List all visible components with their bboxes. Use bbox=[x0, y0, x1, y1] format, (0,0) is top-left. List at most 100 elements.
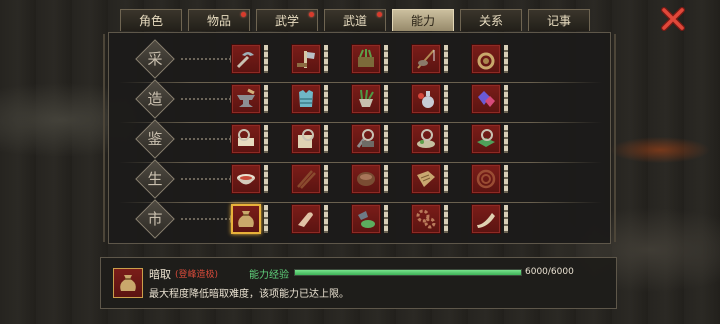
exp-progress-bar bbox=[294, 269, 522, 276]
ability-level-bar bbox=[324, 45, 328, 73]
ability-slot[interactable] bbox=[231, 124, 261, 154]
ability-level-bar bbox=[384, 205, 388, 233]
ability-level-bar bbox=[324, 205, 328, 233]
ability-slot[interactable] bbox=[471, 124, 501, 154]
ability-level-bar bbox=[264, 205, 268, 233]
ability-slot[interactable] bbox=[291, 84, 321, 114]
rope-icon bbox=[477, 52, 495, 70]
ability-level-bar bbox=[504, 125, 508, 153]
gears-icon bbox=[416, 209, 436, 229]
ability-level-bar bbox=[444, 125, 448, 153]
gem-icon bbox=[478, 91, 495, 107]
ability-slot[interactable] bbox=[471, 164, 501, 194]
ability-slot[interactable] bbox=[411, 84, 441, 114]
exp-progress-fill bbox=[295, 270, 521, 275]
row-connector bbox=[181, 55, 235, 63]
row-connector bbox=[181, 135, 235, 143]
ability-level-bar bbox=[384, 125, 388, 153]
ability-level-bar bbox=[264, 125, 268, 153]
ability-slot[interactable] bbox=[411, 124, 441, 154]
map-icon bbox=[417, 171, 435, 187]
row-connector bbox=[181, 175, 235, 183]
ability-slot[interactable] bbox=[411, 164, 441, 194]
ability-level-bar bbox=[264, 45, 268, 73]
ability-level-bar bbox=[504, 165, 508, 193]
ability-slot[interactable] bbox=[471, 204, 501, 234]
book-inspect-icon bbox=[298, 129, 314, 148]
ability-row-appraise: 鉴 bbox=[109, 119, 612, 163]
ability-slot[interactable] bbox=[351, 84, 381, 114]
tab-martial-way[interactable]: 武道 bbox=[324, 9, 386, 31]
ability-level-bar bbox=[264, 165, 268, 193]
ability-slot[interactable] bbox=[351, 164, 381, 194]
ability-slot[interactable] bbox=[291, 164, 321, 194]
ability-slot[interactable] bbox=[471, 44, 501, 74]
tab-items[interactable]: 物品 bbox=[188, 9, 250, 31]
ability-level-bar bbox=[324, 165, 328, 193]
medicine-inspect-icon bbox=[417, 129, 435, 148]
ability-slot[interactable] bbox=[231, 84, 261, 114]
axe-icon bbox=[297, 51, 315, 68]
tab-abilities[interactable]: 能力 bbox=[392, 9, 454, 31]
panel-edge-right bbox=[614, 34, 616, 242]
ability-row-market: 市 bbox=[109, 199, 612, 241]
money-bag-icon bbox=[238, 211, 254, 227]
row-connector bbox=[181, 95, 235, 103]
ability-level-bar bbox=[384, 85, 388, 113]
row-label: 采 bbox=[147, 50, 163, 68]
ability-slot[interactable] bbox=[231, 44, 261, 74]
ability-slot[interactable] bbox=[291, 204, 321, 234]
tab-martial-arts[interactable]: 武学 bbox=[256, 9, 318, 31]
ability-level-bar bbox=[324, 125, 328, 153]
anvil-icon bbox=[237, 88, 255, 107]
horn-icon bbox=[477, 213, 495, 228]
ability-level-bar bbox=[444, 205, 448, 233]
ability-row-gather: 采 bbox=[109, 39, 612, 83]
ability-slot[interactable] bbox=[411, 204, 441, 234]
tab-journal[interactable]: 记事 bbox=[528, 9, 590, 31]
row-label: 鉴 bbox=[147, 130, 163, 148]
skill-rank: (登峰造极) bbox=[175, 270, 219, 280]
ability-grid: 采 造 鉴 生 市 bbox=[108, 32, 611, 244]
ability-level-bar bbox=[444, 85, 448, 113]
tea-icon bbox=[358, 211, 375, 228]
close-button[interactable] bbox=[660, 6, 686, 32]
skill-name: 暗取 bbox=[149, 268, 171, 281]
chopsticks-icon bbox=[297, 170, 316, 189]
pickaxe-icon bbox=[236, 52, 254, 69]
panel-edge-left bbox=[103, 34, 105, 242]
ability-slot[interactable] bbox=[351, 204, 381, 234]
scroll-inspect-icon bbox=[238, 129, 254, 146]
bowl-icon bbox=[237, 174, 255, 185]
whip-icon bbox=[476, 169, 496, 189]
ability-slot[interactable] bbox=[231, 164, 261, 194]
tab-relations[interactable]: 关系 bbox=[460, 9, 522, 31]
ability-slot-selected[interactable] bbox=[231, 204, 261, 234]
notification-dot bbox=[377, 12, 382, 17]
ability-slot[interactable] bbox=[351, 44, 381, 74]
notification-dot bbox=[241, 12, 246, 17]
ability-slot[interactable] bbox=[351, 124, 381, 154]
ability-slot[interactable] bbox=[291, 44, 321, 74]
ability-slot[interactable] bbox=[411, 44, 441, 74]
exp-value: 6000/6000 bbox=[525, 267, 574, 277]
ability-level-bar bbox=[444, 45, 448, 73]
close-icon bbox=[661, 7, 685, 31]
ability-slot[interactable] bbox=[291, 124, 321, 154]
exp-label: 能力经验 bbox=[249, 270, 289, 281]
pot-icon bbox=[357, 172, 375, 186]
ability-level-bar bbox=[504, 205, 508, 233]
ability-row-life: 生 bbox=[109, 159, 612, 203]
alchemy-icon bbox=[418, 91, 434, 108]
armor-icon bbox=[299, 90, 313, 107]
ability-row-craft: 造 bbox=[109, 79, 612, 123]
detail-icon-frame bbox=[113, 268, 143, 298]
row-label: 造 bbox=[147, 90, 163, 108]
skill-description: 最大程度降低暗取难度，该项能力已达上限。 bbox=[149, 289, 349, 300]
ability-level-bar bbox=[384, 45, 388, 73]
ability-slot[interactable] bbox=[471, 84, 501, 114]
weapon-inspect-icon bbox=[356, 129, 374, 148]
hand-icon bbox=[298, 212, 313, 227]
row-label: 市 bbox=[147, 210, 163, 228]
tab-character[interactable]: 角色 bbox=[120, 9, 182, 31]
